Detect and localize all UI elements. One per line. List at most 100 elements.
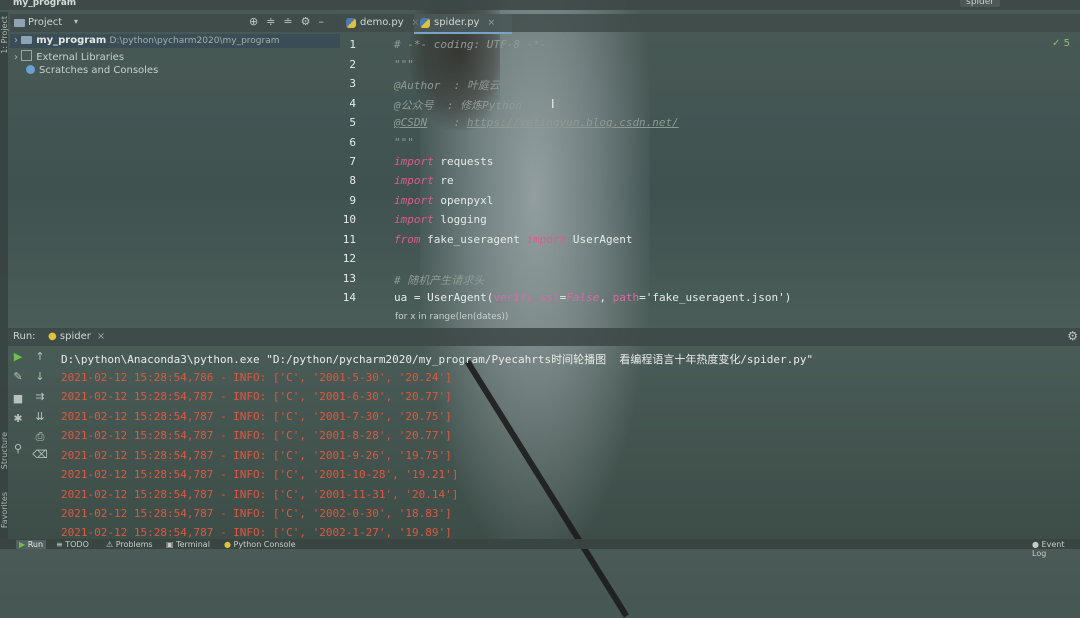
line-number: 2	[349, 58, 356, 71]
run-tool-button[interactable]: ▶ Run	[16, 540, 47, 549]
background-sword	[464, 360, 629, 618]
gear-icon[interactable]: ⚙	[1067, 329, 1078, 343]
terminal-tool-button[interactable]: ▣ Terminal	[166, 540, 210, 549]
code-line-11[interactable]: from fake_useragent import UserAgent	[394, 233, 632, 246]
line-number: 1	[349, 38, 356, 51]
code-line-9[interactable]: import openpyxl	[394, 194, 493, 207]
code-line-4[interactable]: @公众号 : 修炼Python	[394, 97, 522, 113]
pin-tab-icon[interactable]: ⚲	[10, 442, 26, 455]
console-log-line: 2021-02-12 15:28:54,787 - INFO: ['C', '2…	[61, 526, 452, 539]
soft-wrap-icon[interactable]: ⇉	[32, 390, 48, 403]
console-log-line: 2021-02-12 15:28:54,787 - INFO: ['C', '2…	[61, 410, 452, 423]
code-line-2[interactable]: """	[394, 58, 414, 71]
scroll-to-end-icon[interactable]: ⇊	[32, 410, 48, 423]
folder-icon	[21, 36, 33, 44]
line-number: 3	[349, 77, 356, 90]
favorites-tool-button[interactable]: Favorites	[0, 492, 9, 528]
run-tool-label: Run	[27, 540, 44, 549]
terminal-icon: ▣	[166, 540, 174, 549]
trash-icon[interactable]: ⌫	[32, 448, 48, 461]
tree-item-label: External Libraries	[36, 52, 125, 63]
code-line-6[interactable]: """	[394, 136, 414, 149]
run-tab-spider[interactable]: ● spider ×	[48, 331, 105, 342]
tab-spider-py[interactable]: spider.py ×	[414, 14, 512, 34]
hide-icon[interactable]: –	[319, 15, 333, 28]
run-config-selector[interactable]: spider	[960, 0, 1000, 7]
python-file-icon	[346, 18, 356, 28]
title-bar: my_program spider	[0, 0, 1080, 10]
project-tool-button[interactable]: 1: Project	[0, 16, 9, 54]
scroll-up-icon[interactable]: ↑	[32, 350, 48, 363]
line-number: 6	[349, 136, 356, 149]
operator: =	[407, 291, 428, 304]
tree-item-my-program[interactable]: › my_program D:\python\pycharm2020\my_pr…	[14, 35, 280, 49]
event-log-tool-button[interactable]: ● Event Log	[1032, 540, 1080, 558]
csdn-link[interactable]: https://yetingyun.blog.csdn.net/	[467, 116, 679, 129]
tree-item-external-libraries[interactable]: › External Libraries	[14, 50, 124, 64]
structure-tool-button[interactable]: Structure	[0, 432, 9, 469]
constant: False	[566, 291, 600, 304]
inspection-count: 5	[1063, 38, 1070, 49]
chevron-right-icon[interactable]: ›	[14, 52, 18, 63]
code-line-7[interactable]: import requests	[394, 155, 493, 168]
keyword: import	[394, 213, 434, 226]
line-number: 4	[349, 97, 356, 110]
scroll-down-icon[interactable]: ↓	[32, 370, 48, 383]
code-line-10[interactable]: import logging	[394, 213, 487, 226]
code-line-1[interactable]: # -*- coding: UTF-8 -*-	[394, 38, 546, 51]
rerun-icon[interactable]: ▶	[10, 350, 26, 363]
play-icon: ▶	[19, 540, 26, 549]
inspection-indicator[interactable]: ✓ 5	[1052, 38, 1070, 49]
pin-icon[interactable]: ✱	[10, 412, 26, 425]
line-number: 11	[342, 233, 356, 246]
project-panel-header: Project ▾ ⊕≑≐⚙–	[10, 14, 340, 32]
list-icon: ≡	[56, 540, 63, 549]
close-icon[interactable]: ×	[97, 331, 105, 342]
line-number: 14	[342, 291, 356, 304]
project-view-selector[interactable]: Project	[28, 17, 62, 28]
module-name: openpyxl	[440, 194, 494, 207]
chevron-right-icon[interactable]: ›	[14, 35, 18, 46]
python-console-tool-button[interactable]: ● Python Console	[224, 540, 296, 549]
gear-icon[interactable]: ⚙	[301, 15, 319, 28]
line-number: 5	[349, 116, 356, 129]
variable: ua	[394, 291, 408, 304]
code-line-5[interactable]: @CSDN : https://yetingyun.blog.csdn.net/	[394, 116, 679, 129]
terminal-tool-label: Terminal	[176, 540, 210, 549]
string-literal: 'fake_useragent.json'	[645, 291, 785, 304]
tree-item-label: my_program	[36, 35, 107, 46]
tree-item-scratches[interactable]: Scratches and Consoles	[26, 65, 158, 79]
run-panel-header: Run: ● spider × ⚙	[8, 328, 1080, 346]
wrench-icon[interactable]: ✎	[10, 370, 26, 383]
scratches-icon	[26, 65, 35, 74]
parameter: path	[612, 291, 640, 304]
problems-tool-button[interactable]: ⚠ Problems	[106, 540, 153, 549]
chevron-down-icon[interactable]: ▾	[74, 17, 78, 26]
code-line-13[interactable]: # 随机产生请求头	[394, 272, 484, 288]
line-number: 8	[349, 174, 356, 187]
docstring-sep: :	[427, 116, 467, 129]
stop-icon[interactable]: ■	[10, 392, 26, 405]
locate-icon[interactable]: ⊕	[249, 15, 266, 28]
collapse-all-icon[interactable]: ≐	[283, 15, 300, 28]
project-toolbar-icons: ⊕≑≐⚙–	[249, 15, 332, 28]
breadcrumb[interactable]: for x in range(len(dates))	[395, 312, 508, 322]
code-line-14[interactable]: ua = UserAgent(verify_ssl=False, path='f…	[394, 291, 791, 304]
bottom-tool-bar: ▶ Run ≡ TODO ⚠ Problems ▣ Terminal ● Pyt…	[0, 539, 1080, 558]
editor-gutter: 1 2 3 4 5 6 7 8 9 10 11 12 13 14	[340, 32, 385, 322]
print-icon[interactable]: ⎙	[32, 430, 48, 444]
module-name: fake_useragent	[427, 233, 520, 246]
python-icon: ●	[224, 540, 231, 549]
close-icon[interactable]: ×	[487, 18, 495, 28]
keyword: import	[394, 174, 434, 187]
code-line-3[interactable]: @Author : 叶庭云	[394, 77, 500, 93]
event-log-icon: ●	[1032, 540, 1039, 549]
todo-tool-button[interactable]: ≡ TODO	[56, 540, 89, 549]
console-log-line: 2021-02-12 15:28:54,787 - INFO: ['C', '2…	[61, 429, 452, 442]
console-log-line: 2021-02-12 15:28:54,787 - INFO: ['C', '2…	[61, 449, 452, 462]
code-line-8[interactable]: import re	[394, 174, 454, 187]
expand-all-icon[interactable]: ≑	[266, 15, 283, 28]
module-name: re	[440, 174, 454, 187]
python-file-icon	[420, 18, 430, 28]
line-number: 7	[349, 155, 356, 168]
